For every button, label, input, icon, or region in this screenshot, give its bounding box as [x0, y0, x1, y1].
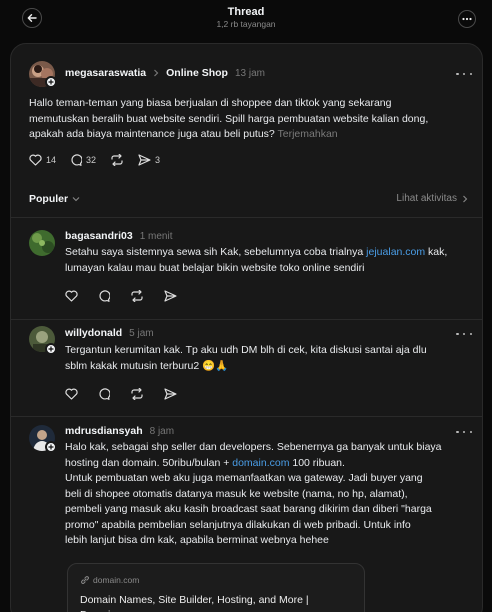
translate-link[interactable]: Terjemahkan	[278, 128, 338, 140]
divider	[11, 319, 482, 320]
reply-time: 5 jam	[129, 327, 154, 339]
reply-button[interactable]: 32	[70, 154, 96, 166]
comment-icon	[99, 388, 110, 400]
more-options-button[interactable]	[458, 10, 476, 28]
community-name[interactable]: Online Shop	[166, 67, 228, 79]
send-icon	[138, 154, 151, 166]
comment-icon	[71, 154, 83, 166]
reply-text: Setahu saya sistemnya sewa sih Kak, sebe…	[65, 246, 448, 274]
reply-link[interactable]: domain.com	[232, 457, 289, 469]
reply-header: willydonald 5 jam	[65, 327, 154, 339]
post-actions: 14 32 3	[29, 154, 174, 166]
repost-icon	[131, 290, 143, 302]
reply-more-button[interactable]	[456, 329, 472, 339]
heart-icon	[65, 290, 78, 302]
follow-plus-icon[interactable]	[45, 76, 57, 88]
share-button[interactable]	[164, 290, 177, 302]
send-icon	[164, 388, 177, 400]
reply-text: Halo kak, sebagai shp seller dan develop…	[65, 441, 442, 546]
author-name[interactable]: willydonald	[65, 327, 122, 339]
view-count: 1,2 rb tayangan	[216, 19, 276, 29]
reply-header: bagasandri03 1 menit	[65, 230, 173, 242]
share-button[interactable]: 3	[138, 154, 160, 166]
like-button[interactable]	[65, 388, 78, 400]
reply-actions	[65, 290, 191, 302]
reply-text: Tergantun kerumitan kak. Tp aku udh DM b…	[65, 344, 427, 372]
like-button[interactable]	[65, 290, 78, 302]
post-header: megasaraswatia Online Shop 13 jam	[65, 67, 265, 79]
post-text: Hallo teman-teman yang biasa berjualan d…	[29, 97, 429, 140]
comment-icon	[99, 290, 110, 302]
author-name[interactable]: bagasandri03	[65, 230, 133, 242]
send-icon	[164, 290, 177, 302]
heart-icon	[65, 388, 78, 400]
more-horizontal-icon	[462, 17, 472, 21]
view-activity-link[interactable]: Lihat aktivitas	[396, 193, 470, 204]
share-button[interactable]	[164, 388, 177, 400]
divider	[11, 416, 482, 417]
chevron-right-icon	[154, 69, 159, 77]
reply-header: mdrusdiansyah 8 jam	[65, 425, 174, 437]
link-icon	[81, 576, 89, 584]
thread-card: megasaraswatia Online Shop 13 jam Hallo …	[10, 43, 483, 612]
chevron-down-icon	[72, 197, 80, 202]
sort-dropdown[interactable]: Populer	[29, 193, 81, 205]
title-block: Thread 1,2 rb tayangan	[0, 6, 492, 29]
reply-time: 8 jam	[149, 425, 175, 437]
repost-button[interactable]	[110, 154, 124, 166]
like-count: 14	[46, 155, 57, 165]
follow-plus-icon[interactable]	[45, 441, 57, 453]
heart-icon	[29, 154, 42, 166]
page-title: Thread	[227, 6, 265, 18]
follow-plus-icon[interactable]	[45, 343, 57, 355]
reply-button[interactable]	[98, 388, 110, 400]
chevron-right-icon	[463, 195, 468, 202]
share-count: 3	[155, 155, 161, 165]
post-time: 13 jam	[234, 67, 265, 79]
like-button[interactable]: 14	[29, 154, 56, 166]
author-name[interactable]: megasaraswatia	[65, 67, 146, 79]
avatar[interactable]	[29, 230, 55, 256]
repost-button[interactable]	[130, 388, 144, 400]
reply-time: 1 menit	[139, 230, 173, 242]
reply-count: 32	[86, 155, 97, 165]
sort-bar: Populer Lihat aktivitas	[11, 187, 482, 211]
top-bar: Thread 1,2 rb tayangan	[0, 0, 492, 40]
divider	[11, 217, 482, 218]
reply-link[interactable]: jejualan.com	[366, 246, 425, 258]
repost-button[interactable]	[130, 290, 144, 302]
post-more-button[interactable]	[456, 69, 472, 79]
repost-icon	[131, 388, 143, 400]
author-name[interactable]: mdrusdiansyah	[65, 425, 143, 437]
reply-button[interactable]	[98, 290, 110, 302]
reply-more-button[interactable]	[456, 427, 472, 437]
reply-actions	[65, 388, 191, 400]
link-preview-card[interactable]: domain.com Domain Names, Site Builder, H…	[67, 563, 365, 612]
preview-domain: domain.com	[80, 575, 139, 585]
preview-title: Domain Names, Site Builder, Hosting, and…	[80, 594, 309, 612]
repost-icon	[111, 154, 123, 166]
